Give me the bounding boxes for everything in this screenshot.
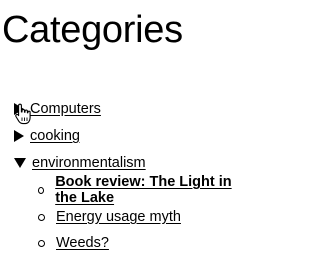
post-item-energy-usage: Energy usage myth [38,207,181,227]
category-link-cooking[interactable]: cooking [30,128,80,144]
post-link-weeds[interactable]: Weeds? [56,235,109,251]
post-link-book-review[interactable]: Book review: The Light in the Lake [55,174,256,206]
category-link-environmentalism[interactable]: environmentalism [32,155,146,171]
category-environmentalism[interactable]: environmentalism [14,153,146,173]
triangle-right-icon[interactable] [14,130,24,142]
post-item-book-review: Book review: The Light in the Lake [38,174,256,206]
category-link-computers[interactable]: Computers [30,101,101,117]
page-title: Categories [2,9,183,51]
post-item-weeds: Weeds? [38,233,109,253]
post-link-energy-usage[interactable]: Energy usage myth [56,209,181,225]
circle-bullet-icon [38,186,45,194]
triangle-down-icon[interactable] [14,158,26,168]
circle-bullet-icon [38,213,45,221]
circle-bullet-icon [38,239,45,247]
category-cooking[interactable]: cooking [14,126,80,146]
hand-pointer-icon [15,103,31,125]
